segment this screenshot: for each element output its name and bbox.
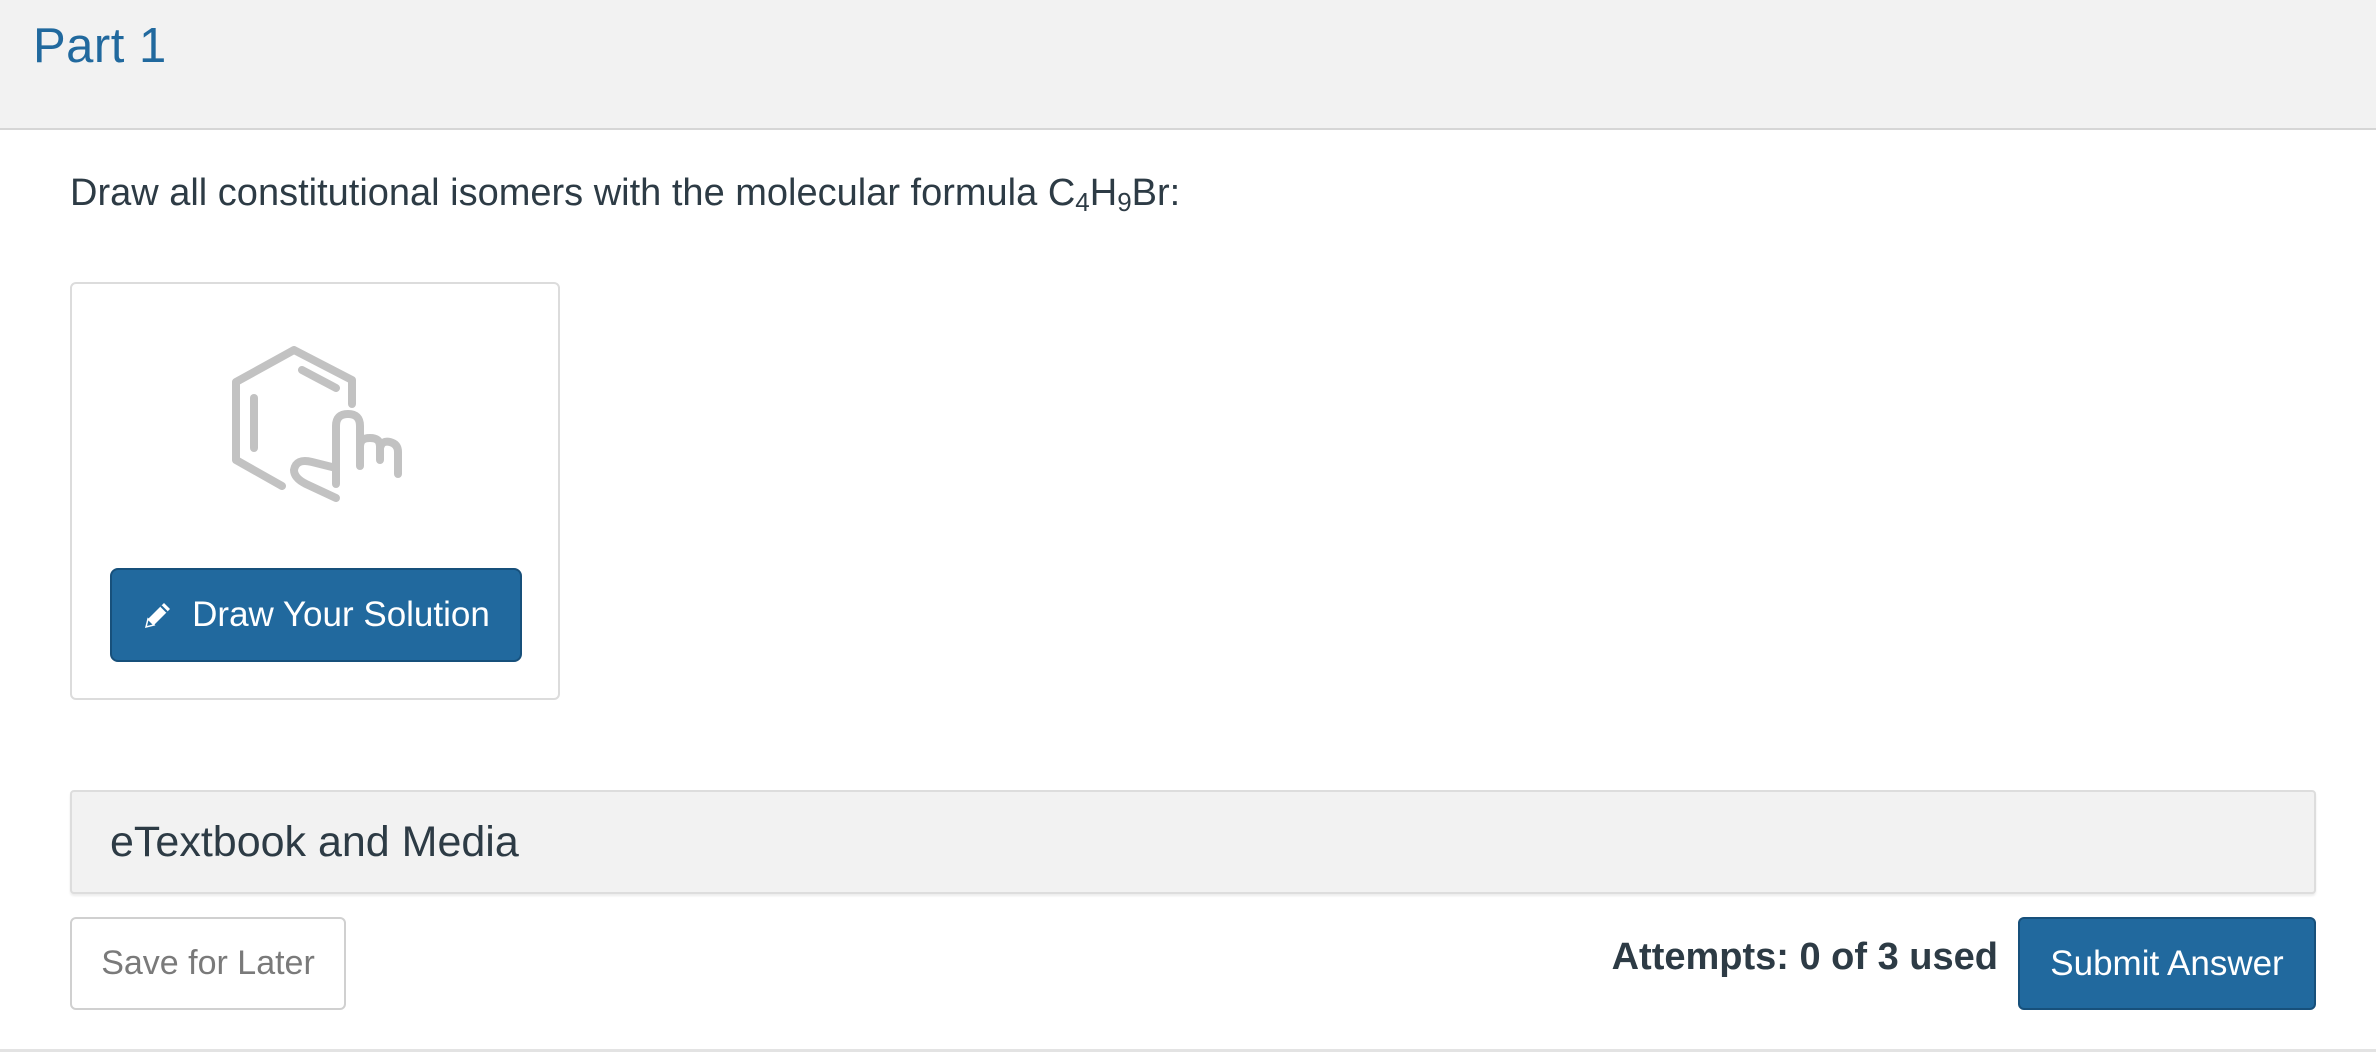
submit-answer-label: Submit Answer bbox=[2050, 943, 2284, 983]
etextbook-and-media-label: eTextbook and Media bbox=[110, 818, 519, 866]
part-title: Part 1 bbox=[33, 19, 167, 73]
bottom-divider bbox=[0, 1049, 2376, 1052]
draw-solution-card: Draw Your Solution bbox=[70, 282, 560, 700]
submit-answer-button[interactable]: Submit Answer bbox=[2018, 917, 2316, 1010]
draw-your-solution-label: Draw Your Solution bbox=[192, 595, 490, 634]
question-subscript-carbon: 4 bbox=[1075, 187, 1090, 217]
save-for-later-button[interactable]: Save for Later bbox=[70, 917, 346, 1010]
question-suffix: Br: bbox=[1131, 172, 1181, 214]
draw-your-solution-button[interactable]: Draw Your Solution bbox=[110, 568, 522, 662]
question-prefix: Draw all constitutional isomers with the… bbox=[70, 172, 1076, 214]
etextbook-and-media-panel[interactable]: eTextbook and Media bbox=[70, 790, 2316, 894]
question-hydrogen: H bbox=[1089, 172, 1118, 214]
molecule-touch-icon bbox=[232, 346, 402, 502]
pencil-icon bbox=[145, 603, 171, 629]
part-header: Part 1 bbox=[0, 0, 2376, 130]
question-text: Draw all constitutional isomers with the… bbox=[70, 172, 1180, 215]
save-for-later-label: Save for Later bbox=[101, 944, 315, 982]
attempts-counter: Attempts: 0 of 3 used bbox=[1611, 936, 1998, 978]
question-subscript-hydrogen: 9 bbox=[1117, 187, 1132, 217]
